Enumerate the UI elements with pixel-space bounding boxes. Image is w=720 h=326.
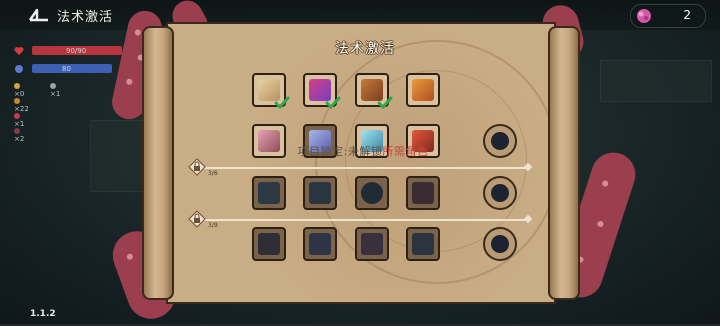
lock-icon <box>188 158 206 176</box>
spell-book-icon <box>412 79 434 101</box>
check-icon <box>325 96 341 110</box>
dark-gear-icon <box>309 182 331 204</box>
dark-staff-icon <box>309 233 331 255</box>
background-shelf <box>600 60 712 102</box>
hp-value: 90/90 <box>66 47 87 55</box>
spell-slot-locked[interactable] <box>355 176 389 210</box>
page-title: 法术激活 <box>57 10 114 25</box>
tier-divider <box>195 219 527 221</box>
gem-counter: 2 <box>630 4 706 28</box>
back-arrow-icon[interactable] <box>28 6 52 24</box>
stat-gold: ×22 <box>14 97 29 113</box>
tier-divider <box>195 167 527 169</box>
mp-value: 80 <box>62 65 71 73</box>
pink-gem-icon <box>637 9 651 23</box>
dark-armor-icon <box>258 182 280 204</box>
spell-slot[interactable] <box>406 73 440 107</box>
dark-star-icon <box>412 233 434 255</box>
spell-slot-locked[interactable] <box>303 176 337 210</box>
lock-progress: 3/9 <box>208 222 218 229</box>
dark-cloak-icon <box>412 182 434 204</box>
lock-tooltip: 项目锁定:未解锁所需角色 <box>297 145 429 158</box>
scroll-roll-right <box>548 26 580 300</box>
spell-slot-locked[interactable] <box>252 227 286 261</box>
spell-slot-locked[interactable] <box>252 176 286 210</box>
dark-spirit-icon <box>491 132 509 150</box>
bonus-reward-slot[interactable] <box>483 176 517 210</box>
stat-keys: ×1 <box>50 82 60 98</box>
heart-icon <box>14 47 24 55</box>
version-label: 1.1.2 <box>30 309 56 319</box>
dark-orb-icon <box>361 182 383 204</box>
spell-slot-locked[interactable] <box>406 227 440 261</box>
spell-slot-locked[interactable] <box>303 227 337 261</box>
gem-count: 2 <box>683 8 691 22</box>
dark-gem-icon <box>361 233 383 255</box>
stat-coins: ×0 <box>14 82 24 98</box>
mana-icon <box>15 65 23 73</box>
bonus-reward-slot[interactable] <box>483 227 517 261</box>
stat-potion: ×1 <box>14 112 24 128</box>
spell-slot-locked[interactable] <box>355 227 389 261</box>
spell-slot-locked[interactable] <box>406 176 440 210</box>
bonus-reward-slot[interactable] <box>483 124 517 158</box>
dark-spirit-icon <box>491 235 509 253</box>
dark-shard-icon <box>258 233 280 255</box>
check-icon <box>377 96 393 110</box>
lock-icon <box>188 210 206 228</box>
stat-bomb: ×2 <box>14 127 24 143</box>
panel-title: 法术激活 <box>335 41 395 57</box>
lock-progress: 3/6 <box>208 170 218 177</box>
check-icon <box>274 96 290 110</box>
dark-spirit-icon <box>491 184 509 202</box>
mp-bar <box>32 64 112 73</box>
scroll-roll-left <box>142 26 174 300</box>
